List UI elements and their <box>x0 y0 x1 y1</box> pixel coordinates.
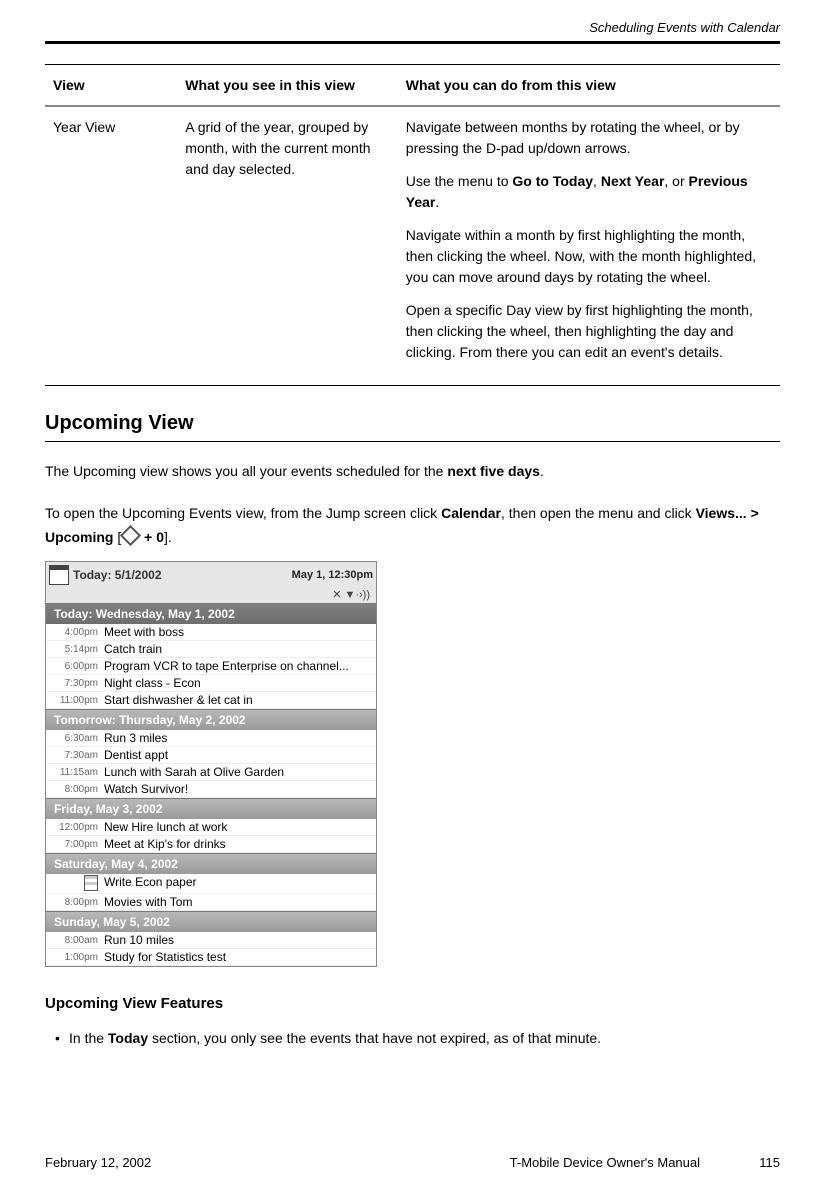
cell-see: A grid of the year, grouped by month, wi… <box>177 106 398 386</box>
bold: Next Year <box>601 173 665 189</box>
calendar-icon <box>49 565 69 585</box>
th-see: What you see in this view <box>177 65 398 107</box>
do-p1: Navigate between months by rotating the … <box>406 117 770 159</box>
event-row: 7:30amDentist appt <box>46 747 376 764</box>
do-p3: Navigate within a month by first highlig… <box>406 225 770 288</box>
txt: Use the menu to <box>406 173 513 189</box>
event-time: 6:30am <box>46 731 104 745</box>
event-time: 8:00am <box>46 933 104 947</box>
event-title: Dentist appt <box>104 748 372 762</box>
bold: Go to Today <box>512 173 593 189</box>
event-title: Start dishwasher & let cat in <box>104 693 372 707</box>
event-time: 8:00pm <box>46 782 104 796</box>
event-time: 8:00pm <box>46 895 104 909</box>
menu-diamond-icon <box>120 524 141 545</box>
day-header: Friday, May 3, 2002 <box>46 798 376 819</box>
cell-view: Year View <box>45 106 177 386</box>
event-row: 1:00pmStudy for Statistics test <box>46 949 376 966</box>
th-view: View <box>45 65 177 107</box>
event-time: 1:00pm <box>46 950 104 964</box>
event-row: 11:15amLunch with Sarah at Olive Garden <box>46 764 376 781</box>
event-row: 4:00pmMeet with boss <box>46 624 376 641</box>
note-icon <box>46 875 104 892</box>
bold: + 0 <box>140 529 164 545</box>
status-time: May 1, 12:30pm <box>292 569 373 581</box>
event-time: 7:30pm <box>46 676 104 690</box>
event-title: Meet at Kip's for drinks <box>104 837 372 851</box>
txt: . <box>540 463 544 479</box>
event-title: Study for Statistics test <box>104 950 372 964</box>
txt: , then open the menu and click <box>501 505 696 521</box>
footer-book: T-Mobile Device Owner's Manual <box>373 1155 731 1170</box>
running-header: Scheduling Events with Calendar <box>45 20 780 44</box>
event-row: 7:30pmNight class - Econ <box>46 675 376 692</box>
day-header: Tomorrow: Thursday, May 2, 2002 <box>46 709 376 730</box>
event-row: 11:00pmStart dishwasher & let cat in <box>46 692 376 709</box>
event-title: Watch Survivor! <box>104 782 372 796</box>
event-time: 7:00pm <box>46 837 104 851</box>
day-header: Saturday, May 4, 2002 <box>46 853 376 874</box>
do-p4: Open a specific Day view by first highli… <box>406 300 770 363</box>
page-footer: February 12, 2002 T-Mobile Device Owner'… <box>45 1155 780 1170</box>
event-row: 8:00pmMovies with Tom <box>46 894 376 911</box>
event-row: 6:30amRun 3 miles <box>46 730 376 747</box>
today-label: Today: 5/1/2002 <box>73 568 162 582</box>
event-row: 7:00pmMeet at Kip's for drinks <box>46 836 376 853</box>
para-2: To open the Upcoming Events view, from t… <box>45 502 780 550</box>
event-time: 12:00pm <box>46 820 104 834</box>
bold: Today <box>108 1030 148 1046</box>
event-title: Run 3 miles <box>104 731 372 745</box>
section-upcoming-view: Upcoming View <box>45 412 780 442</box>
txt: . <box>435 194 439 210</box>
event-time: 5:14pm <box>46 642 104 656</box>
event-title: Lunch with Sarah at Olive Garden <box>104 765 372 779</box>
feature-item: In the Today section, you only see the e… <box>49 1027 780 1049</box>
footer-date: February 12, 2002 <box>45 1155 373 1170</box>
event-time: 7:30am <box>46 748 104 762</box>
features-list: In the Today section, you only see the e… <box>49 1027 780 1049</box>
do-p2: Use the menu to Go to Today, Next Year, … <box>406 171 770 213</box>
cell-do: Navigate between months by rotating the … <box>398 106 780 386</box>
event-time: 11:15am <box>46 765 104 779</box>
txt: ]. <box>164 529 172 545</box>
event-title: Catch train <box>104 642 372 656</box>
event-row: 8:00amRun 10 miles <box>46 932 376 949</box>
event-row: 5:14pmCatch train <box>46 641 376 658</box>
txt: To open the Upcoming Events view, from t… <box>45 505 441 521</box>
section-upcoming-features: Upcoming View Features <box>45 995 780 1012</box>
event-title: New Hire lunch at work <box>104 820 372 834</box>
screenshot-titlebar: Today: 5/1/2002 May 1, 12:30pm <box>46 562 376 588</box>
views-table: View What you see in this view What you … <box>45 64 780 386</box>
event-time: 4:00pm <box>46 625 104 639</box>
th-do: What you can do from this view <box>398 65 780 107</box>
note-paper-icon <box>84 875 98 891</box>
table-row: Year View A grid of the year, grouped by… <box>45 106 780 386</box>
event-row: Write Econ paper <box>46 874 376 894</box>
event-row: 12:00pmNew Hire lunch at work <box>46 819 376 836</box>
txt: , or <box>664 173 688 189</box>
device-screenshot: Today: 5/1/2002 May 1, 12:30pm ✕ ▼·›)) T… <box>45 561 377 967</box>
event-time: 6:00pm <box>46 659 104 673</box>
txt: The Upcoming view shows you all your eve… <box>45 463 447 479</box>
event-time: 11:00pm <box>46 693 104 707</box>
event-row: 8:00pmWatch Survivor! <box>46 781 376 798</box>
event-title: Program VCR to tape Enterprise on channe… <box>104 659 372 673</box>
txt: , <box>593 173 601 189</box>
event-title: Movies with Tom <box>104 895 372 909</box>
para-1: The Upcoming view shows you all your eve… <box>45 460 780 484</box>
event-title: Meet with boss <box>104 625 372 639</box>
day-header: Today: Wednesday, May 1, 2002 <box>46 603 376 624</box>
status-icons: ✕ ▼·›)) <box>46 588 376 603</box>
event-title: Night class - Econ <box>104 676 372 690</box>
event-title: Write Econ paper <box>104 875 372 892</box>
day-header: Sunday, May 5, 2002 <box>46 911 376 932</box>
txt: section, you only see the events that ha… <box>148 1030 601 1046</box>
event-title: Run 10 miles <box>104 933 372 947</box>
bold: next five days <box>447 463 540 479</box>
event-row: 6:00pmProgram VCR to tape Enterprise on … <box>46 658 376 675</box>
txt: In the <box>69 1030 108 1046</box>
footer-page: 115 <box>730 1155 780 1170</box>
bold: Calendar <box>441 505 501 521</box>
